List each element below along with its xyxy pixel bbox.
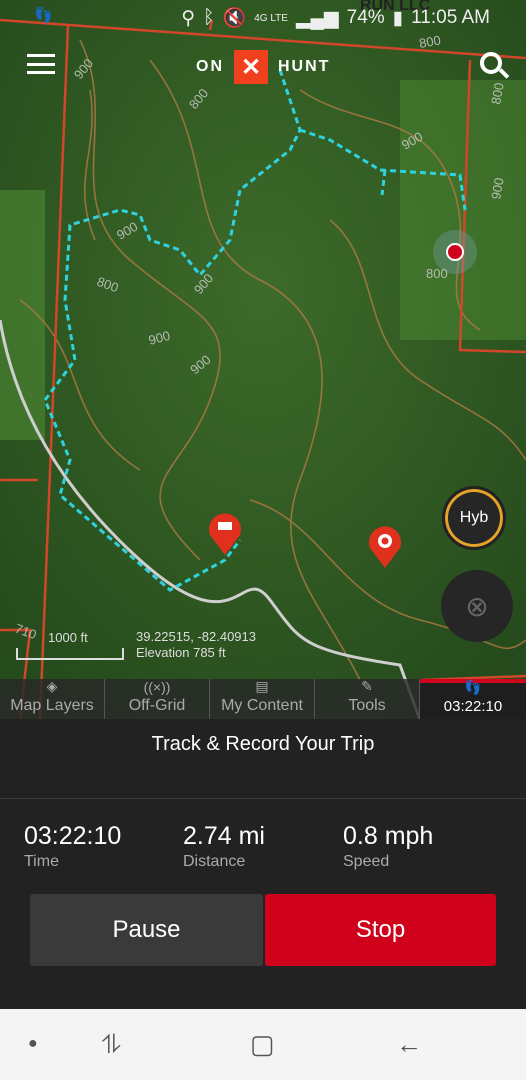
footprints-icon: 👣 [34,7,53,24]
location-icon: ⚲ [181,7,196,29]
panel-title-text: Track & Record Your Trip [151,733,375,755]
network-type: 4G LTE [254,12,288,24]
tab-my-content[interactable]: ▤ My Content [210,678,315,719]
bottom-tabs: ◈ Map Layers ((×)) Off-Grid ▤ My Content ✎ T… [0,678,526,719]
home-icon[interactable]: ▢ [250,1029,275,1060]
menu-icon[interactable] [27,54,55,74]
stat-distance: 2.74 mi Distance [183,822,265,871]
battery-icon: ▮ [392,7,404,29]
crosshair-icon: ⊗ [465,590,489,622]
system-nav-bar: ● ⥮ ▢ ← [0,1009,526,1080]
battery-level: 74% [346,7,385,28]
panel-title: Track & Record Your Trip [0,719,526,799]
coordinates: 39.22515, -82.40913 [136,629,256,644]
logo-mark: ✕ [234,50,268,84]
search-icon[interactable] [480,52,502,74]
stat-speed: 0.8 mph Speed [343,822,433,871]
stop-button[interactable]: Stop [265,894,496,966]
app-logo: ON ✕ HUNT [196,50,330,84]
locate-button[interactable]: ⊗ [441,570,513,642]
layers-icon: ◈ [46,678,58,694]
content-icon: ▤ [255,678,269,694]
off-grid-icon: ((×)) [143,679,171,695]
track-panel: Track & Record Your Trip 03:22:10 Time 2.… [0,719,526,1009]
tab-label: Tools [348,697,386,714]
contour-label: 800 [426,266,448,281]
clock: 11:05 AM [411,7,490,28]
app-header: ON ✕ HUNT [0,46,526,86]
logo-text-hunt: HUNT [278,58,331,75]
tab-label: Off-Grid [128,697,186,714]
logo-text-on: ON [196,58,224,75]
layer-label: Hyb [459,509,489,526]
map-layer-toggle-button[interactable]: Hyb [442,486,506,550]
footprints-icon: 👣 [464,679,482,695]
back-icon[interactable]: ← [396,1029,422,1060]
stat-label: Speed [343,853,390,870]
dot-icon[interactable]: ● [28,1035,38,1053]
stat-value: 2.74 mi [183,822,265,850]
pause-button[interactable]: Pause [30,894,263,966]
stat-time: 03:22:10 Time [24,822,121,871]
bluetooth-icon: ᛒ [203,7,215,28]
tab-off-grid[interactable]: ((×)) Off-Grid [105,679,210,719]
current-location-marker [446,243,464,261]
status-bar: 👣 ⚲ ᛒ 🔇 4G LTE ▂▄▆ 74% ▮ 11:05 AM [0,6,526,30]
tab-label: Map Layers [10,697,94,714]
tools-icon: ✎ [361,678,373,694]
stat-value: 0.8 mph [343,822,434,850]
tab-label: My Content [221,697,303,714]
scale-label: 1000 ft [48,630,88,645]
tab-tracking[interactable]: 👣 03:22:10 [420,679,526,719]
tab-label: 03:22:10 [443,698,503,715]
mute-icon: 🔇 [222,8,247,29]
stat-value: 03:22:10 [24,822,122,850]
tab-map-layers[interactable]: ◈ Map Layers [0,678,105,719]
elevation: Elevation 785 ft [136,645,226,660]
recents-icon[interactable]: ⥮ [102,1029,121,1061]
coordinates-readout: 39.22515, -82.40913 Elevation 785 ft [136,629,256,661]
tab-tools[interactable]: ✎ Tools [315,678,420,719]
stat-label: Distance [183,853,246,870]
stat-label: Time [24,853,59,870]
signal-icon: ▂▄▆ [295,7,339,29]
